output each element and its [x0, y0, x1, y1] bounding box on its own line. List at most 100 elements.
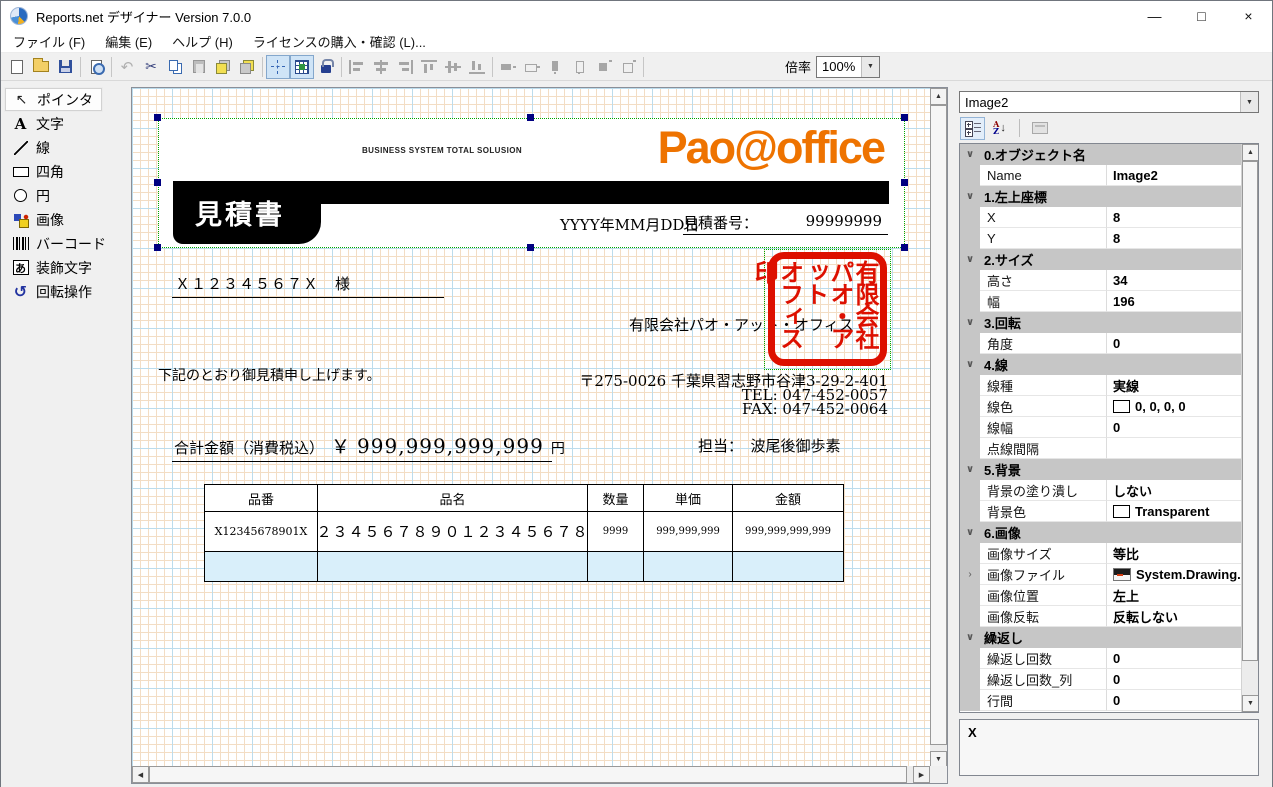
same-size-button[interactable]	[592, 55, 616, 79]
property-value[interactable]: 等比	[1107, 543, 1241, 564]
property-value[interactable]: 0	[1107, 333, 1241, 354]
selection-handle[interactable]	[154, 179, 161, 186]
property-value[interactable]: 8	[1107, 228, 1241, 249]
chevron-down-icon[interactable]: ▼	[861, 57, 879, 77]
zoom-combobox[interactable]: 100% ▼	[816, 56, 880, 78]
align-center-button[interactable]	[369, 55, 393, 79]
categorized-view-button[interactable]	[960, 117, 985, 140]
property-value[interactable]: System.Drawing.	[1107, 564, 1241, 585]
customer-name-field[interactable]: Ｘ１２３４５６７Ｘ 様	[175, 273, 351, 294]
object-selector-combobox[interactable]: Image2 ▼	[959, 91, 1259, 113]
property-row[interactable]: 画像反転 反転しない	[960, 606, 1241, 627]
same-height-button[interactable]	[544, 55, 568, 79]
property-row[interactable]: 高さ 34	[960, 270, 1241, 291]
property-value[interactable]: 左上	[1107, 585, 1241, 606]
maximize-button[interactable]: □	[1178, 1, 1225, 31]
canvas-horizontal-scrollbar[interactable]: ◀ ▶	[132, 766, 930, 783]
property-row[interactable]: 背景色 Transparent	[960, 501, 1241, 522]
selection-handle[interactable]	[901, 114, 908, 121]
property-value[interactable]: しない	[1107, 480, 1241, 501]
tool-pointer[interactable]: ↖ ポインタ	[5, 88, 102, 111]
align-top-button[interactable]	[417, 55, 441, 79]
property-category[interactable]: ∨ 4.線	[960, 354, 1241, 375]
menu-license[interactable]: ライセンスの購入・確認 (L)...	[243, 31, 436, 52]
tool-rectangle[interactable]: 四角	[5, 160, 72, 183]
property-pages-button[interactable]	[1027, 117, 1052, 140]
date-field[interactable]: YYYY年MM月DD日	[560, 214, 699, 235]
property-value[interactable]: 0, 0, 0, 0	[1107, 396, 1241, 417]
expander-icon[interactable]: ›	[960, 564, 980, 585]
same-size-outline-button[interactable]	[616, 55, 640, 79]
property-category[interactable]: ∨ 2.サイズ	[960, 249, 1241, 270]
property-row[interactable]: 繰返し回数 0	[960, 648, 1241, 669]
property-value[interactable]: 実線	[1107, 375, 1241, 396]
property-category[interactable]: ∨ 1.左上座標	[960, 186, 1241, 207]
tool-text[interactable]: A 文字	[5, 112, 72, 135]
scroll-right-icon[interactable]: ▶	[913, 766, 930, 783]
bring-to-front-button[interactable]	[211, 55, 235, 79]
property-value[interactable]: Transparent	[1107, 501, 1241, 522]
property-category[interactable]: ∨ 3.回転	[960, 312, 1241, 333]
new-button[interactable]	[5, 55, 29, 79]
menu-file[interactable]: ファイル (F)	[3, 31, 95, 52]
property-row[interactable]: 線色 0, 0, 0, 0	[960, 396, 1241, 417]
property-category[interactable]: ∨ 0.オブジェクト名	[960, 144, 1241, 165]
same-width-button[interactable]	[496, 55, 520, 79]
company-stamp-image[interactable]: 有限会社 パオ・アット オフィス印	[768, 252, 887, 366]
tool-barcode[interactable]: バーコード	[5, 232, 114, 255]
property-row[interactable]: 行間 0	[960, 690, 1241, 711]
scroll-down-icon[interactable]: ▼	[1242, 695, 1259, 712]
align-bottom-button[interactable]	[465, 55, 489, 79]
scroll-up-icon[interactable]: ▲	[1242, 144, 1259, 161]
property-scroll-thumb[interactable]	[1242, 161, 1258, 661]
property-row[interactable]: 画像位置 左上	[960, 585, 1241, 606]
total-amount-field[interactable]: 合計金額（消費税込） ￥ 999,999,999,999 円	[174, 432, 565, 459]
save-button[interactable]	[53, 55, 77, 79]
canvas-vertical-scrollbar[interactable]: ▲ ▼	[930, 88, 947, 768]
property-value[interactable]: 0	[1107, 417, 1241, 438]
tool-rotate[interactable]: ↺ 回転操作	[5, 280, 100, 303]
align-right-button[interactable]	[393, 55, 417, 79]
align-left-button[interactable]	[345, 55, 369, 79]
chevron-down-icon[interactable]: ▼	[1240, 92, 1258, 112]
selection-handle[interactable]	[154, 244, 161, 251]
minimize-button[interactable]: —	[1131, 1, 1178, 31]
property-row[interactable]: X 8	[960, 207, 1241, 228]
cut-button[interactable]: ✂	[139, 55, 163, 79]
selection-handle[interactable]	[527, 244, 534, 251]
send-to-back-button[interactable]	[235, 55, 259, 79]
property-value[interactable]: 0	[1107, 669, 1241, 690]
alphabetical-sort-button[interactable]: AZ ↓	[987, 117, 1012, 140]
property-value[interactable]: 34	[1107, 270, 1241, 291]
vertical-scroll-thumb[interactable]	[930, 105, 947, 745]
selection-handle[interactable]	[901, 179, 908, 186]
property-category[interactable]: ∨ 6.画像	[960, 522, 1241, 543]
property-row[interactable]: 幅 196	[960, 291, 1241, 312]
fax-text[interactable]: FAX: 047-452-0064	[588, 400, 888, 418]
property-row[interactable]: 線幅 0	[960, 417, 1241, 438]
property-grid-scrollbar[interactable]: ▲ ▼	[1241, 144, 1258, 712]
property-value[interactable]: 0	[1107, 648, 1241, 669]
staff-text[interactable]: 担当： 波尾後御歩素	[698, 435, 841, 456]
property-row[interactable]: 繰返し回数_列 0	[960, 669, 1241, 690]
property-row[interactable]: Y 8	[960, 228, 1241, 249]
tool-decorated-text[interactable]: あ 装飾文字	[5, 256, 100, 279]
property-value[interactable]: 196	[1107, 291, 1241, 312]
selection-handle[interactable]	[901, 244, 908, 251]
copy-button[interactable]	[163, 55, 187, 79]
greeting-text[interactable]: 下記のとおり御見積申し上げます。	[158, 365, 381, 385]
undo-button[interactable]: ↶	[115, 55, 139, 79]
property-value[interactable]: Image2	[1107, 165, 1241, 186]
selection-handle[interactable]	[527, 114, 534, 121]
close-button[interactable]: ×	[1225, 1, 1272, 31]
print-preview-button[interactable]	[84, 55, 108, 79]
detail-table[interactable]: 品番 品名 数量 単価 金額 X12345678901X Ｘ１２３４５６７８９０…	[204, 484, 844, 582]
scroll-up-icon[interactable]: ▲	[930, 88, 947, 105]
property-value[interactable]: 反転しない	[1107, 606, 1241, 627]
property-row[interactable]: Name Image2	[960, 165, 1241, 186]
property-value[interactable]	[1107, 438, 1241, 459]
property-row[interactable]: 点線間隔	[960, 438, 1241, 459]
report-page[interactable]: BUSINESS SYSTEM TOTAL SOLUSION Pao@offic…	[132, 88, 930, 766]
open-button[interactable]	[29, 55, 53, 79]
property-row[interactable]: 線種 実線	[960, 375, 1241, 396]
